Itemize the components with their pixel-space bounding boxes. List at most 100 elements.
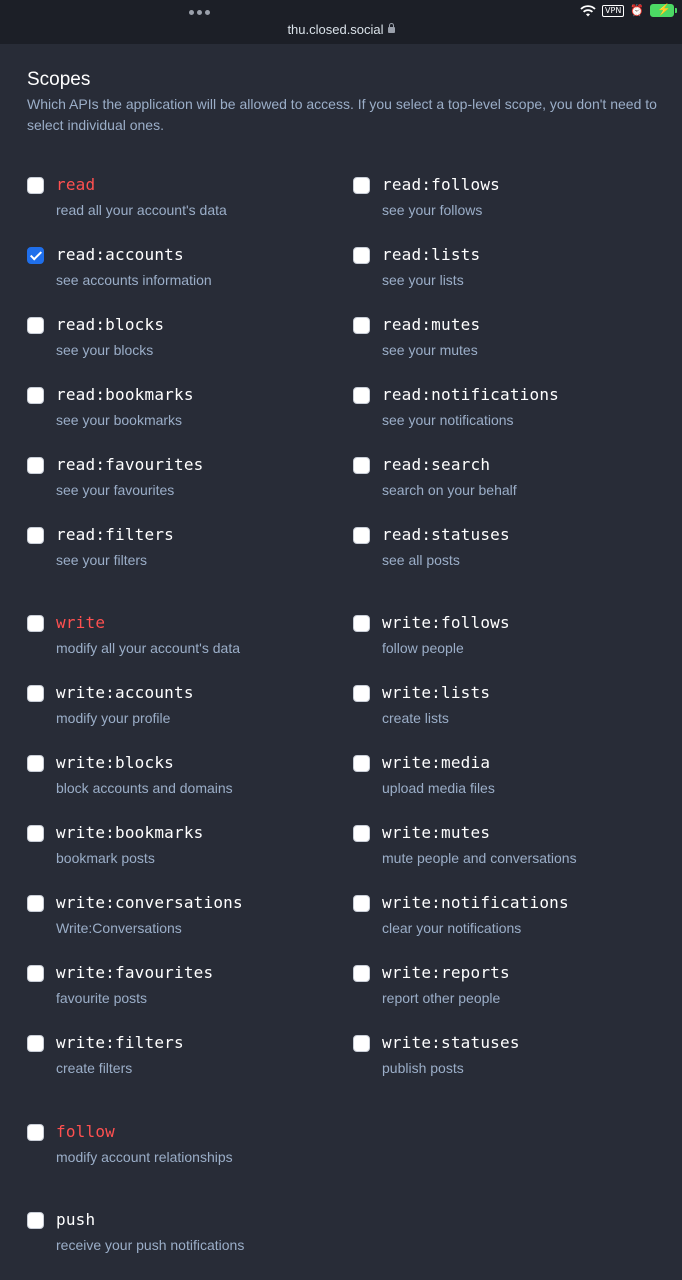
scope-item-write-lists[interactable]: write:lists create lists <box>353 683 673 745</box>
scope-name[interactable]: write:reports <box>382 963 510 982</box>
scope-name[interactable]: read:favourites <box>56 455 204 474</box>
scope-item-read-statuses[interactable]: read:statuses see all posts <box>353 525 673 587</box>
scope-checkbox-write-conversations[interactable] <box>27 895 44 912</box>
scope-description: modify account relationships <box>56 1149 233 1165</box>
scope-item-write-mutes[interactable]: write:mutes mute people and conversations <box>353 823 673 885</box>
scope-item-write-notifications[interactable]: write:notifications clear your notificati… <box>353 893 673 955</box>
scope-name[interactable]: write <box>56 613 105 632</box>
scope-name[interactable]: write:mutes <box>382 823 490 842</box>
battery-charging-icon: ⚡ <box>650 4 677 17</box>
scope-name[interactable]: read:mutes <box>382 315 480 334</box>
lock-icon <box>387 23 395 33</box>
scope-name[interactable]: push <box>56 1210 95 1229</box>
scope-name[interactable]: write:lists <box>382 683 490 702</box>
scope-description: read all your account's data <box>56 202 227 218</box>
scope-item-write-bookmarks[interactable]: write:bookmarks bookmark posts <box>27 823 347 885</box>
scope-description: favourite posts <box>56 990 148 1006</box>
scope-item-write-filters[interactable]: write:filters create filters <box>27 1033 347 1095</box>
scope-name[interactable]: read:accounts <box>56 245 184 264</box>
scope-name[interactable]: write:media <box>382 753 490 772</box>
scope-item-write-follows[interactable]: write:follows follow people <box>353 613 673 675</box>
scope-checkbox-write-reports[interactable] <box>353 965 370 982</box>
scope-checkbox-write-bookmarks[interactable] <box>27 825 44 842</box>
scope-item-write-blocks[interactable]: write:blocks block accounts and domains <box>27 753 347 815</box>
scope-checkbox-write-favourites[interactable] <box>27 965 44 982</box>
scope-checkbox-read-mutes[interactable] <box>353 317 370 334</box>
scope-name[interactable]: read:lists <box>382 245 480 264</box>
scope-item-read-notifications[interactable]: read:notifications see your notifications <box>353 385 673 447</box>
scope-name[interactable]: read <box>56 175 95 194</box>
more-dots-icon[interactable] <box>189 10 210 15</box>
scope-item-write-statuses[interactable]: write:statuses publish posts <box>353 1033 673 1095</box>
scope-name[interactable]: write:notifications <box>382 893 569 912</box>
scope-item-push[interactable]: push receive your push notifications <box>27 1210 347 1272</box>
scope-name[interactable]: write:bookmarks <box>56 823 204 842</box>
scope-checkbox-write-notifications[interactable] <box>353 895 370 912</box>
scope-item-write[interactable]: write modify all your account's data <box>27 613 347 675</box>
scope-name[interactable]: write:conversations <box>56 893 243 912</box>
scope-checkbox-write-media[interactable] <box>353 755 370 772</box>
scope-item-read-filters[interactable]: read:filters see your filters <box>27 525 347 587</box>
url-bar[interactable]: thu.closed.social <box>0 22 682 37</box>
scope-checkbox-write-filters[interactable] <box>27 1035 44 1052</box>
scope-checkbox-write-accounts[interactable] <box>27 685 44 702</box>
scope-item-read-blocks[interactable]: read:blocks see your blocks <box>27 315 347 377</box>
scope-item-read-bookmarks[interactable]: read:bookmarks see your bookmarks <box>27 385 347 447</box>
scope-checkbox-read[interactable] <box>27 177 44 194</box>
scope-checkbox-follow[interactable] <box>27 1124 44 1141</box>
scope-checkbox-write[interactable] <box>27 615 44 632</box>
scope-item-write-media[interactable]: write:media upload media files <box>353 753 673 815</box>
scope-description: modify your profile <box>56 710 171 726</box>
scope-description: report other people <box>382 990 501 1006</box>
scope-item-read-search[interactable]: read:search search on your behalf <box>353 455 673 517</box>
scope-name[interactable]: write:blocks <box>56 753 174 772</box>
scope-name[interactable]: read:statuses <box>382 525 510 544</box>
scope-checkbox-read-filters[interactable] <box>27 527 44 544</box>
scope-checkbox-read-statuses[interactable] <box>353 527 370 544</box>
scope-checkbox-read-blocks[interactable] <box>27 317 44 334</box>
scope-item-write-reports[interactable]: write:reports report other people <box>353 963 673 1025</box>
scope-item-read-accounts[interactable]: read:accounts see accounts information <box>27 245 347 307</box>
scope-description: see your favourites <box>56 482 175 498</box>
scope-description: create filters <box>56 1060 133 1076</box>
scope-checkbox-read-follows[interactable] <box>353 177 370 194</box>
scope-description: Write:Conversations <box>56 920 182 936</box>
scope-name[interactable]: write:follows <box>382 613 510 632</box>
scope-name[interactable]: write:filters <box>56 1033 184 1052</box>
scope-description: create lists <box>382 710 449 726</box>
scope-name[interactable]: read:notifications <box>382 385 559 404</box>
scope-checkbox-write-mutes[interactable] <box>353 825 370 842</box>
scope-item-read-favourites[interactable]: read:favourites see your favourites <box>27 455 347 517</box>
scope-name[interactable]: write:statuses <box>382 1033 520 1052</box>
scope-checkbox-write-lists[interactable] <box>353 685 370 702</box>
scope-checkbox-read-search[interactable] <box>353 457 370 474</box>
scope-item-read-mutes[interactable]: read:mutes see your mutes <box>353 315 673 377</box>
scope-checkbox-read-accounts[interactable] <box>27 247 44 264</box>
scope-name[interactable]: write:accounts <box>56 683 194 702</box>
scope-checkbox-write-statuses[interactable] <box>353 1035 370 1052</box>
scope-checkbox-read-lists[interactable] <box>353 247 370 264</box>
scope-description: upload media files <box>382 780 495 796</box>
scope-item-write-conversations[interactable]: write:conversations Write:Conversations <box>27 893 347 955</box>
scope-description: publish posts <box>382 1060 464 1076</box>
scope-checkbox-read-notifications[interactable] <box>353 387 370 404</box>
scope-checkbox-write-follows[interactable] <box>353 615 370 632</box>
scope-item-write-accounts[interactable]: write:accounts modify your profile <box>27 683 347 745</box>
scope-checkbox-read-favourites[interactable] <box>27 457 44 474</box>
scope-name[interactable]: read:search <box>382 455 490 474</box>
scope-checkbox-write-blocks[interactable] <box>27 755 44 772</box>
scope-name[interactable]: follow <box>56 1122 115 1141</box>
scope-name[interactable]: read:filters <box>56 525 174 544</box>
scope-item-read[interactable]: read read all your account's data <box>27 175 347 237</box>
scope-item-follow[interactable]: follow modify account relationships <box>27 1122 347 1184</box>
scope-checkbox-read-bookmarks[interactable] <box>27 387 44 404</box>
scope-item-read-lists[interactable]: read:lists see your lists <box>353 245 673 307</box>
scope-description: follow people <box>382 640 464 656</box>
scope-item-write-favourites[interactable]: write:favourites favourite posts <box>27 963 347 1025</box>
scope-name[interactable]: read:follows <box>382 175 500 194</box>
scope-item-read-follows[interactable]: read:follows see your follows <box>353 175 673 237</box>
scope-name[interactable]: read:blocks <box>56 315 164 334</box>
scope-name[interactable]: write:favourites <box>56 963 213 982</box>
scope-checkbox-push[interactable] <box>27 1212 44 1229</box>
scope-name[interactable]: read:bookmarks <box>56 385 194 404</box>
